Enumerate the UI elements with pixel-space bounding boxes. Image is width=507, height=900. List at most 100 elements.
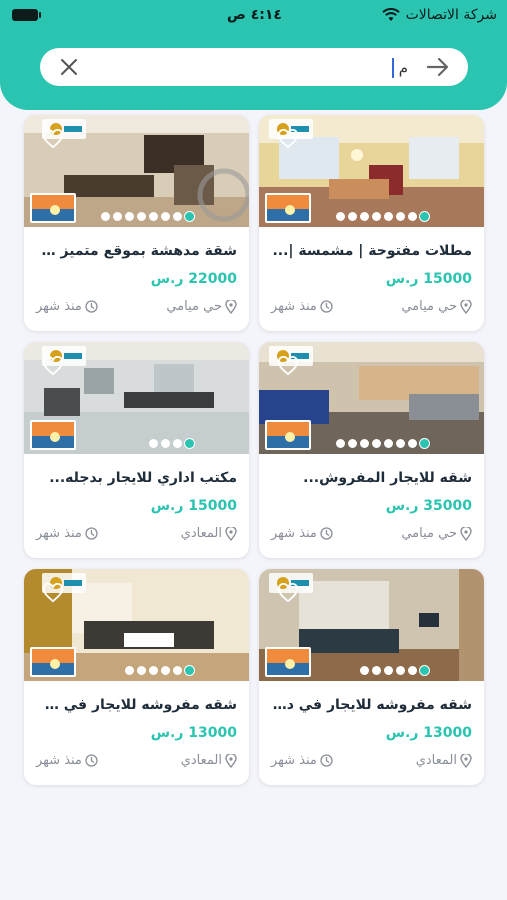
search-input[interactable] [108, 57, 408, 79]
sunset-thumbnail [267, 195, 309, 221]
carousel-dot[interactable] [360, 212, 369, 221]
location-text: حي ميامي [166, 299, 222, 314]
arrow-right-icon [427, 58, 449, 76]
carousel-dot[interactable] [137, 212, 146, 221]
listing-title[interactable]: مكتب اداري للايجار بدجله... [37, 470, 237, 486]
listing-card[interactable]: شقه مفروشه للايجار في دجله... 13000 ر.س … [259, 569, 484, 785]
listing-photo[interactable] [259, 342, 484, 454]
listing-time: منذ شهر [271, 753, 333, 768]
status-time: ٤:١٤ ص [227, 7, 282, 23]
carousel-dot[interactable] [396, 666, 405, 675]
carousel-dot[interactable] [408, 212, 417, 221]
location-pin-icon [225, 299, 237, 314]
listing-card[interactable]: شقة مدهشة بموقع متميز جد... 22000 ر.س حي… [24, 115, 249, 331]
listing-photo[interactable] [259, 569, 484, 681]
favorite-heart-icon[interactable] [42, 356, 64, 376]
listing-title[interactable]: شقه مفروشه للايجار في دجله... [272, 697, 472, 713]
carousel-dot[interactable] [396, 212, 405, 221]
clock-icon [85, 527, 98, 540]
listing-title[interactable]: شقة مدهشة بموقع متميز جد... [37, 243, 237, 259]
listing-title[interactable]: شقه للايجار المفروش... [272, 470, 472, 486]
sunset-thumbnail [267, 649, 309, 675]
favorite-heart-icon[interactable] [277, 356, 299, 376]
listing-photo[interactable] [24, 115, 249, 227]
close-icon [61, 59, 77, 75]
carousel-dot[interactable] [420, 439, 429, 448]
favorite-heart-icon[interactable] [277, 129, 299, 149]
listing-time: منذ شهر [271, 299, 333, 314]
location-text: المعادي [180, 526, 222, 541]
carousel-dot[interactable] [185, 212, 194, 221]
carousel-dots [336, 439, 429, 448]
location-text: المعادي [415, 753, 457, 768]
carousel-dot[interactable] [185, 666, 194, 675]
listing-price: 35000 ر.س [385, 498, 472, 514]
carousel-dot[interactable] [125, 212, 134, 221]
location-text: حي ميامي [401, 299, 457, 314]
carousel-dot[interactable] [149, 666, 158, 675]
location-pin-icon [225, 526, 237, 541]
battery-icon [12, 9, 41, 21]
listing-price: 13000 ر.س [150, 725, 237, 741]
carousel-dot[interactable] [336, 212, 345, 221]
carousel-dot[interactable] [173, 212, 182, 221]
carousel-dot[interactable] [372, 439, 381, 448]
status-bar: ٤:١٤ ص شركة الاتصالات [12, 4, 497, 26]
carousel-dot[interactable] [185, 439, 194, 448]
listing-card[interactable]: شقه مفروشه للايجار في زهرا... 13000 ر.س … [24, 569, 249, 785]
carousel-dot[interactable] [161, 666, 170, 675]
carousel-dot[interactable] [348, 212, 357, 221]
carousel-dot[interactable] [420, 212, 429, 221]
carousel-dot[interactable] [372, 212, 381, 221]
carousel-dot[interactable] [125, 666, 134, 675]
location-text: حي ميامي [401, 526, 457, 541]
favorite-heart-icon[interactable] [277, 583, 299, 603]
listing-title[interactable]: مطلات مفتوحة | مشمسة |... [272, 243, 472, 259]
carousel-dot[interactable] [149, 439, 158, 448]
carousel-dot[interactable] [149, 212, 158, 221]
clock-icon [320, 527, 333, 540]
thumbnail-preview [30, 420, 76, 450]
carousel-dot[interactable] [101, 212, 110, 221]
carousel-dot[interactable] [348, 439, 357, 448]
carousel-dot[interactable] [384, 439, 393, 448]
carousel-dot[interactable] [137, 666, 146, 675]
carousel-dot[interactable] [408, 439, 417, 448]
listing-time: منذ شهر [271, 526, 333, 541]
carrier-group: شركة الاتصالات [381, 7, 497, 23]
carousel-dot[interactable] [384, 666, 393, 675]
listing-card[interactable]: شقه للايجار المفروش... 35000 ر.س حي ميام… [259, 342, 484, 558]
listing-photo[interactable] [24, 342, 249, 454]
thumbnail-preview [30, 193, 76, 223]
carousel-dot[interactable] [336, 439, 345, 448]
listing-photo[interactable] [24, 569, 249, 681]
listing-card[interactable]: مكتب اداري للايجار بدجله... 15000 ر.س ال… [24, 342, 249, 558]
carousel-dot[interactable] [384, 212, 393, 221]
carousel-dot[interactable] [396, 439, 405, 448]
search-submit-button[interactable] [424, 54, 452, 80]
listing-location: المعادي [181, 753, 237, 768]
sunset-thumbnail [32, 195, 74, 221]
favorite-heart-icon[interactable] [42, 129, 64, 149]
carousel-dot[interactable] [161, 212, 170, 221]
carousel-dot[interactable] [360, 666, 369, 675]
carousel-dot[interactable] [173, 666, 182, 675]
text-caret [392, 58, 394, 78]
carousel-dot[interactable] [408, 666, 417, 675]
listing-title[interactable]: شقه مفروشه للايجار في زهرا... [37, 697, 237, 713]
listing-photo[interactable] [259, 115, 484, 227]
sunset-thumbnail [32, 649, 74, 675]
carousel-dot[interactable] [173, 439, 182, 448]
clear-search-button[interactable] [56, 54, 82, 80]
listing-time: منذ شهر [36, 299, 98, 314]
time-text: منذ شهر [271, 526, 317, 541]
carousel-dot[interactable] [372, 666, 381, 675]
carousel-dot[interactable] [360, 439, 369, 448]
wifi-icon [381, 8, 400, 21]
favorite-heart-icon[interactable] [42, 583, 64, 603]
carousel-dot[interactable] [161, 439, 170, 448]
listing-price: 22000 ر.س [150, 271, 237, 287]
listing-card[interactable]: مطلات مفتوحة | مشمسة |... 15000 ر.س حي م… [259, 115, 484, 331]
carousel-dot[interactable] [420, 666, 429, 675]
carousel-dot[interactable] [113, 212, 122, 221]
